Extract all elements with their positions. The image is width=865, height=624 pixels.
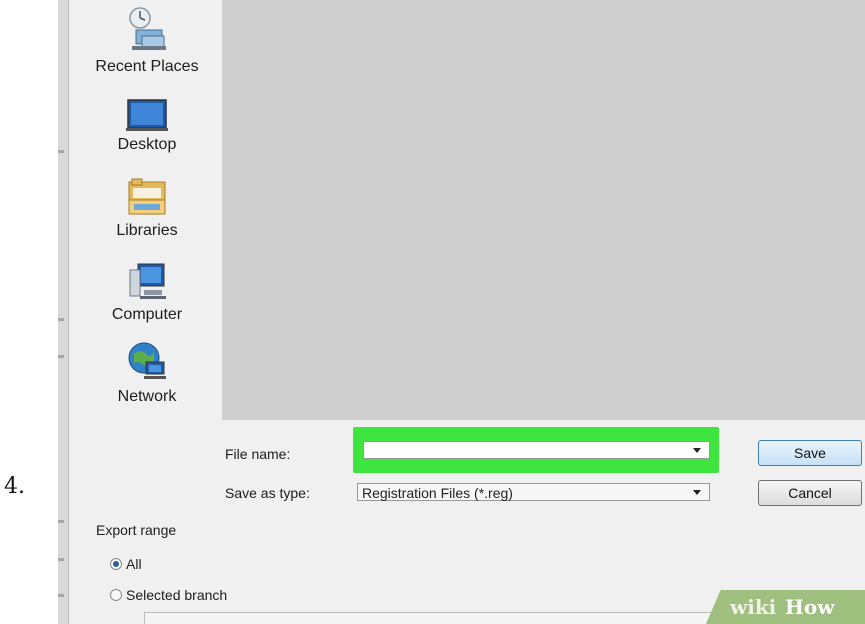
background-window-edge (58, 0, 69, 624)
nav-item-label: Recent Places (95, 58, 199, 75)
edge-tick (58, 520, 64, 523)
chevron-down-icon[interactable] (693, 490, 701, 495)
nav-item-desktop[interactable]: Desktop (72, 98, 222, 154)
recent-places-icon (129, 7, 166, 50)
nav-item-label: Desktop (117, 136, 177, 153)
radio-all[interactable] (110, 558, 122, 570)
radio-all-label: All (126, 556, 142, 572)
save-as-type-value: Registration Files (*.reg) (362, 485, 513, 501)
step-number: 4. (4, 474, 25, 499)
file-name-label: File name: (225, 446, 291, 462)
watermark-wiki: wiki (730, 595, 777, 619)
file-list-area[interactable] (222, 0, 865, 420)
nav-item-libraries[interactable]: Libraries (72, 178, 222, 240)
watermark-how: How (785, 595, 835, 619)
nav-item-computer[interactable]: Computer (72, 262, 222, 324)
file-name-input[interactable] (363, 441, 710, 459)
libraries-icon (128, 178, 166, 215)
chevron-down-icon[interactable] (693, 448, 701, 453)
radio-selected-branch[interactable] (110, 589, 122, 601)
nav-item-network[interactable]: Network (72, 340, 222, 406)
cancel-button[interactable]: Cancel (758, 480, 862, 506)
edge-tick (58, 318, 64, 321)
desktop-icon (126, 99, 168, 131)
save-as-type-select[interactable]: Registration Files (*.reg) (357, 483, 710, 501)
save-dialog: Recent Places Desktop Libraries Computer… (58, 0, 865, 624)
export-range-title: Export range (96, 522, 177, 538)
nav-item-label: Computer (111, 306, 183, 323)
edge-tick (58, 355, 64, 358)
nav-item-label: Libraries (116, 222, 178, 239)
nav-item-label: Network (117, 388, 177, 405)
radio-selected-branch-label: Selected branch (126, 587, 228, 603)
edge-tick (58, 594, 64, 597)
navigation-pane: Recent Places Desktop Libraries Computer… (72, 0, 222, 420)
nav-item-recent-places[interactable]: Recent Places (72, 6, 222, 76)
computer-icon (129, 263, 166, 299)
network-icon (128, 342, 166, 379)
edge-tick (58, 558, 64, 561)
edge-tick (58, 150, 64, 153)
save-button[interactable]: Save (758, 440, 862, 466)
save-as-type-label: Save as type: (225, 485, 310, 501)
